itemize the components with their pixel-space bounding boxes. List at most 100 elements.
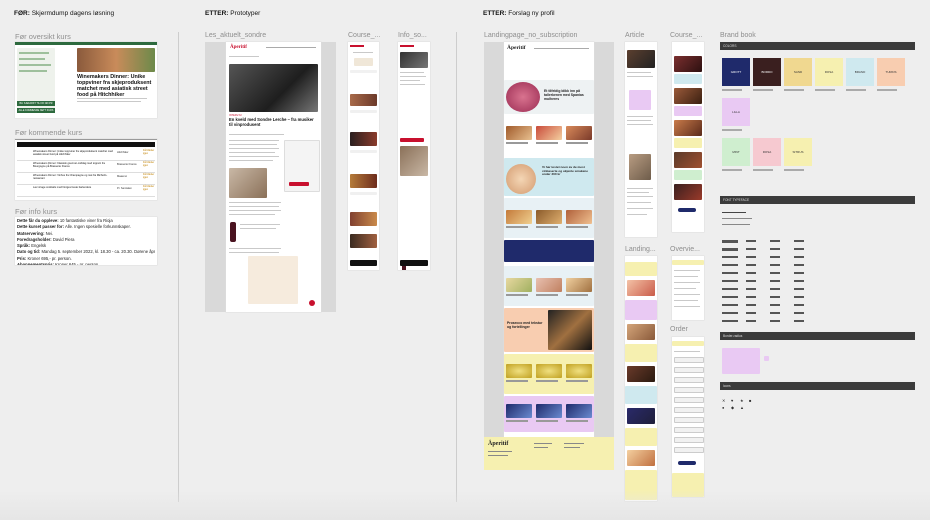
section-prefix: FØR: — [14, 10, 30, 17]
font-sample — [746, 304, 756, 306]
row-title[interactable]: Winemakers Dinner: Unike toppviner fra s… — [33, 150, 113, 157]
info-label: Abonnementspris: — [17, 262, 54, 265]
color-swatch[interactable]: ROSA — [753, 138, 781, 166]
row-title[interactable]: Winemakers Dinner: Klassisk gourmet-midd… — [33, 162, 113, 169]
landing-card-caption — [536, 142, 558, 144]
frame-label-course: Course_... — [348, 32, 381, 39]
landing-card-image[interactable] — [506, 278, 532, 292]
landing-card-image[interactable] — [536, 210, 562, 224]
color-swatch[interactable]: TURKIS — [877, 58, 905, 86]
font-sample — [770, 304, 780, 306]
frame-course-mobile-2[interactable] — [672, 42, 704, 232]
font-sample — [770, 256, 780, 258]
landing-card-caption — [536, 420, 558, 422]
info-label: Foredragsholder: — [17, 236, 52, 242]
landing-card-image[interactable] — [566, 364, 592, 378]
landing-card-image[interactable] — [566, 126, 592, 140]
frame-landing-mobile[interactable] — [625, 256, 657, 501]
font-sample — [770, 264, 780, 266]
info-value: Alle. Ingen spesielle forkunnskaper. — [64, 224, 131, 230]
landing-card-image[interactable] — [506, 210, 532, 224]
article-page[interactable]: Åperitif INTERVJU En kveld med Sondre Le… — [226, 42, 321, 312]
font-sample — [722, 256, 738, 258]
font-sample — [746, 272, 756, 274]
frame-label-overview: Overvie... — [670, 246, 700, 253]
color-swatch[interactable]: LILLA — [722, 98, 750, 126]
section-text: Skjermdump dagens løsning — [31, 10, 115, 17]
article-hero-image — [229, 64, 318, 112]
table-row[interactable]: Lær å lage cocktails med Norges beste ba… — [17, 185, 155, 197]
landing-card-image[interactable] — [536, 364, 562, 378]
landing-card-image[interactable] — [506, 126, 532, 140]
share-icon: ◆ — [731, 405, 735, 410]
table-row[interactable]: Winemakers Dinner: Unike toppviner fra s… — [17, 149, 155, 161]
landing-hero-text: Et tilfeldig blikk inn på tallerkenen me… — [544, 89, 584, 101]
section-prefix: ETTER: — [205, 10, 229, 17]
label-before-upcoming: Før kommende kurs — [15, 128, 83, 137]
row-status: Få billetter igjen — [143, 185, 155, 191]
landing-card-image[interactable] — [506, 404, 532, 418]
row-status: Få billetter igjen — [143, 161, 155, 167]
landing-card-image[interactable] — [566, 278, 592, 292]
color-swatch[interactable]: MINT — [722, 138, 750, 166]
frame-info-mobile[interactable] — [398, 42, 430, 270]
color-swatch[interactable]: ROSA — [815, 58, 843, 86]
brand-colors-bar: COLORS — [720, 42, 915, 50]
font-sample — [794, 320, 804, 322]
color-swatch[interactable]: SAND — [784, 58, 812, 86]
landing-card-image[interactable] — [566, 404, 592, 418]
frame-article-mobile[interactable] — [625, 42, 657, 237]
brand-book[interactable]: COLORS GROTT BORDO SAND ROSA BRAND TURKIS LILL… — [720, 42, 915, 422]
before-info-card: Dette får du oppleve: 10 fantastiske vin… — [15, 217, 157, 265]
font-sample — [746, 288, 756, 290]
row-place: Brasserie France — [117, 163, 137, 166]
landing-card-caption — [506, 294, 528, 296]
color-swatch[interactable]: BRAND — [846, 58, 874, 86]
font-sample — [770, 320, 780, 322]
landing-footer[interactable]: Åperitif — [484, 437, 614, 470]
landing-card-image[interactable] — [536, 404, 562, 418]
frame-landingpage[interactable]: Åperitif Et tilfeldig blikk inn på talle… — [484, 42, 614, 470]
landing-card-image[interactable] — [506, 364, 532, 378]
landing-logo: Åperitif — [507, 45, 526, 51]
landing-card-caption — [566, 226, 588, 228]
landing-page[interactable]: Åperitif Et tilfeldig blikk inn på talle… — [504, 42, 594, 437]
section-text: Prototyper — [230, 10, 261, 17]
info-value: David Piera — [52, 236, 75, 242]
landing-card-caption — [566, 380, 588, 382]
before-overview-card[interactable]: Winemakers Dinner: Unike toppviner fra s… — [15, 42, 157, 118]
color-swatch[interactable]: SITRUS — [784, 138, 812, 166]
font-sample — [770, 240, 780, 242]
frame-course-mobile[interactable] — [348, 42, 379, 270]
frame-order-mobile[interactable] — [672, 337, 704, 497]
font-sample — [770, 272, 780, 274]
table-row[interactable]: Winemakers Dinner: Vinhus fra Champagne … — [17, 173, 155, 185]
chat-icon[interactable] — [309, 300, 315, 306]
font-sample — [722, 264, 738, 266]
landing-card-caption — [536, 380, 558, 382]
landing-card-image[interactable] — [536, 278, 562, 292]
landing-card-caption — [506, 226, 528, 228]
landing-card-image[interactable] — [566, 210, 592, 224]
section-title-profile: ETTER: Forslag ny profil — [483, 10, 555, 17]
table-row[interactable]: Winemakers Dinner: Klassisk gourmet-midd… — [17, 161, 155, 173]
star-icon: ★ — [740, 398, 744, 403]
swatch-caption — [722, 169, 742, 171]
font-sample — [770, 312, 780, 314]
info-value: Engelsk — [31, 243, 47, 249]
frame-label-brandbook: Brand book — [720, 32, 756, 39]
landing-card-image[interactable] — [536, 126, 562, 140]
info-value: Mandag 5. september 2022, kl. 18.30 - ca… — [41, 249, 155, 255]
subscribe-button[interactable]: BLI SJEFARKT TIL KR 199 PR MND — [17, 101, 55, 106]
color-swatch[interactable]: GROTT — [722, 58, 750, 86]
before-upcoming-card[interactable]: Winemakers Dinner: Unike toppviner fra s… — [15, 139, 157, 200]
color-swatch[interactable]: BORDO — [753, 58, 781, 86]
frame-overview-mobile[interactable] — [672, 256, 704, 320]
row-title[interactable]: Winemakers Dinner: Vinhus fra Champagne … — [33, 174, 113, 181]
row-title[interactable]: Lær å lage cocktails med Norges beste ba… — [33, 186, 113, 193]
all-courses-button[interactable]: ALLE KOMMENDE NETT KURS — [17, 108, 55, 113]
label-before-overview: Før oversikt kurs — [15, 32, 71, 41]
frame-les-aktuelt[interactable]: Åperitif INTERVJU En kveld med Sondre Le… — [205, 42, 336, 312]
landing-navy-band[interactable] — [504, 240, 594, 262]
font-sample — [746, 264, 756, 266]
